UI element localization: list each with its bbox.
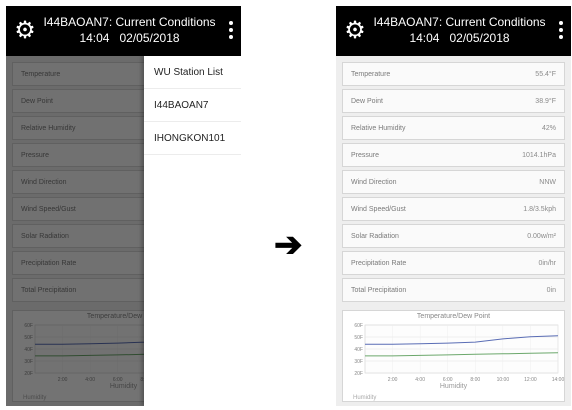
condition-row: Wind Direction NNW: [342, 170, 565, 194]
chart-plot: 60F50F40F30F20F2:004:006:008:0010:0012:0…: [354, 323, 564, 383]
app-bar: ⚙ I44BAOAN7: Current Conditions 14:04 02…: [336, 6, 571, 56]
menu-item-station-2[interactable]: IHONGKON101: [144, 122, 241, 155]
arrow-right-icon: ➔: [274, 226, 303, 264]
condition-label: Dew Point: [351, 97, 383, 105]
gear-icon[interactable]: ⚙: [12, 18, 38, 44]
gear-icon[interactable]: ⚙: [342, 18, 368, 44]
phone-screen-conditions: ⚙ I44BAOAN7: Current Conditions 14:04 02…: [336, 6, 571, 406]
condition-row: Solar Radiation 0.00w/m²: [342, 224, 565, 248]
overflow-menu: WU Station List I44BAOAN7 IHONGKON101: [144, 56, 241, 406]
condition-row: Relative Humidity 42%: [342, 116, 565, 140]
condition-value: 0in: [546, 286, 556, 294]
condition-label: Wind Speed/Gust: [351, 205, 406, 213]
condition-value: 55.4°F: [535, 70, 556, 78]
condition-label: Temperature: [351, 70, 391, 78]
menu-item-station-list[interactable]: WU Station List: [144, 56, 241, 89]
y-tick-label: 30F: [354, 359, 363, 365]
app-title: I44BAOAN7: Current Conditions 14:04 02/0…: [40, 14, 219, 46]
condition-row: Dew Point 38.9°F: [342, 89, 565, 113]
temperature-chart: Temperature/Dew Point 60F50F40F30F20F2:0…: [342, 310, 565, 402]
timestamp: 14:04 02/05/2018: [79, 31, 180, 45]
chart-x-title: Humidity: [439, 383, 468, 390]
chart-title: Temperature/Dew Point: [416, 313, 491, 320]
condition-value: 42%: [541, 124, 556, 132]
condition-row: Wind Speed/Gust 1.8/3.5kph: [342, 197, 565, 221]
condition-row: Pressure 1014.1hPa: [342, 143, 565, 167]
condition-label: Precipitation Rate: [351, 259, 407, 267]
station-title: I44BAOAN7: Current Conditions: [373, 15, 546, 29]
y-tick-label: 20F: [354, 371, 363, 377]
condition-row: Precipitation Rate 0in/hr: [342, 251, 565, 275]
next-chart-title: Humidity: [353, 395, 377, 401]
y-tick-label: 40F: [354, 347, 363, 353]
app-title: I44BAOAN7: Current Conditions 14:04 02/0…: [370, 14, 549, 46]
condition-label: Solar Radiation: [351, 232, 399, 240]
conditions-list: Temperature 55.4°F Dew Point 38.9°F Relati…: [342, 62, 565, 305]
timestamp: 14:04 02/05/2018: [409, 31, 510, 45]
condition-value: NNW: [539, 178, 556, 186]
condition-value: 38.9°F: [535, 97, 556, 105]
condition-label: Pressure: [351, 151, 380, 159]
condition-label: Wind Direction: [351, 178, 397, 186]
more-vert-icon[interactable]: [555, 18, 567, 44]
y-tick-label: 50F: [354, 335, 363, 341]
condition-value: 1014.1hPa: [522, 151, 556, 159]
condition-value: 1.8/3.5kph: [523, 205, 556, 213]
condition-label: Total Precipitation: [351, 286, 407, 294]
condition-label: Relative Humidity: [351, 124, 406, 132]
station-title: I44BAOAN7: Current Conditions: [43, 15, 216, 29]
condition-value: 0.00w/m²: [527, 232, 556, 240]
menu-item-station-1[interactable]: I44BAOAN7: [144, 89, 241, 122]
y-tick-label: 60F: [354, 323, 363, 329]
more-vert-icon[interactable]: [225, 18, 237, 44]
condition-value: 0in/hr: [538, 259, 556, 267]
condition-row: Temperature 55.4°F: [342, 62, 565, 86]
condition-row: Total Precipitation 0in: [342, 278, 565, 302]
phone-screen-menu-open: ⚙ I44BAOAN7: Current Conditions 14:04 02…: [6, 6, 241, 406]
app-bar: ⚙ I44BAOAN7: Current Conditions 14:04 02…: [6, 6, 241, 56]
